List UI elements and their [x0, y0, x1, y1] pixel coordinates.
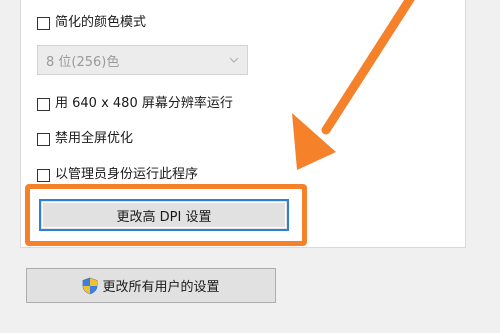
- color-depth-value: 8 位(256)色: [46, 54, 120, 70]
- change-settings-all-users-button[interactable]: 更改所有用户的设置: [26, 268, 276, 303]
- change-settings-all-users-label: 更改所有用户的设置: [102, 280, 220, 295]
- disable-fullscreen-optimizations-checkbox[interactable]: [37, 132, 50, 146]
- run-640x480-checkbox[interactable]: [37, 97, 50, 111]
- run-as-admin-label: 以管理员身份运行此程序: [55, 167, 199, 182]
- color-depth-select: 8 位(256)色: [37, 45, 248, 75]
- reduced-color-mode-checkbox[interactable]: [37, 16, 50, 30]
- reduced-color-mode-label: 简化的颜色模式: [55, 15, 147, 30]
- run-as-admin-checkbox[interactable]: [37, 168, 50, 182]
- chevron-down-icon: [229, 57, 239, 63]
- reduced-color-mode-option[interactable]: 简化的颜色模式: [37, 14, 146, 32]
- disable-fullscreen-optimizations-option[interactable]: 禁用全屏优化: [37, 130, 133, 148]
- run-as-admin-option[interactable]: 以管理员身份运行此程序: [37, 166, 198, 184]
- disable-fullscreen-optimizations-label: 禁用全屏优化: [55, 131, 134, 146]
- run-640x480-option[interactable]: 用 640 x 480 屏幕分辨率运行: [37, 95, 233, 113]
- uac-shield-icon: [83, 277, 98, 294]
- change-high-dpi-settings-button[interactable]: 更改高 DPI 设置: [39, 199, 289, 231]
- run-640x480-label: 用 640 x 480 屏幕分辨率运行: [55, 96, 233, 111]
